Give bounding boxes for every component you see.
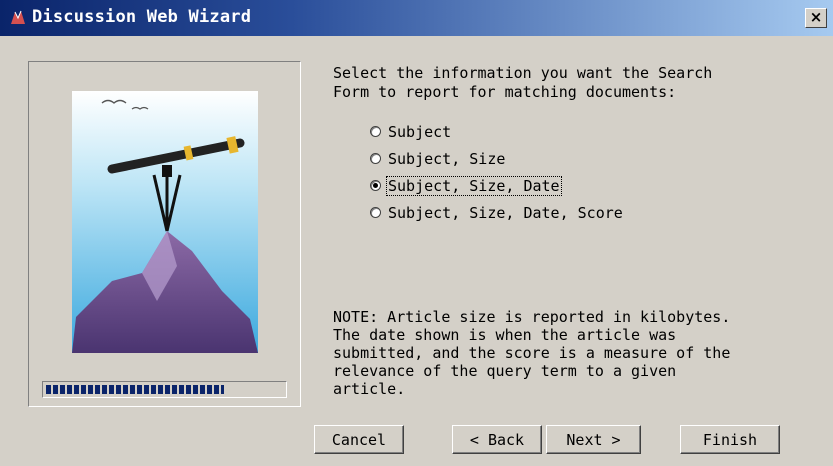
app-icon [11,10,25,24]
option-label[interactable]: Subject [387,123,452,141]
option-row[interactable]: Subject, Size, Date [370,172,624,199]
option-row[interactable]: Subject, Size [370,145,624,172]
prompt-text: Select the information you want the Sear… [333,64,713,101]
window-title: Discussion Web Wizard [32,7,252,27]
option-label[interactable]: Subject, Size, Date, Score [387,204,624,222]
option-label[interactable]: Subject, Size, Date [386,175,562,196]
report-options-group: Subject Subject, Size Subject, Size, Date S… [370,118,624,226]
note-text: NOTE: Article size is reported in kiloby… [333,308,731,398]
progress-fill [46,385,224,394]
next-button[interactable]: Next > [546,425,641,454]
wizard-progress-bar [42,381,287,398]
telescope-illustration [72,91,258,353]
radio-button[interactable] [370,153,381,164]
option-row[interactable]: Subject [370,118,624,145]
finish-button[interactable]: Finish [680,425,780,454]
option-row[interactable]: Subject, Size, Date, Score [370,199,624,226]
radio-button[interactable] [370,180,381,191]
wizard-window: Discussion Web Wizard × Select the infor… [0,0,833,466]
option-label[interactable]: Subject, Size [387,150,506,168]
radio-button[interactable] [370,207,381,218]
image-panel [28,61,301,407]
title-bar[interactable]: Discussion Web Wizard × [0,0,833,36]
back-button[interactable]: < Back [452,425,542,454]
radio-button[interactable] [370,126,381,137]
cancel-button[interactable]: Cancel [314,425,404,454]
close-button[interactable]: × [805,8,827,28]
